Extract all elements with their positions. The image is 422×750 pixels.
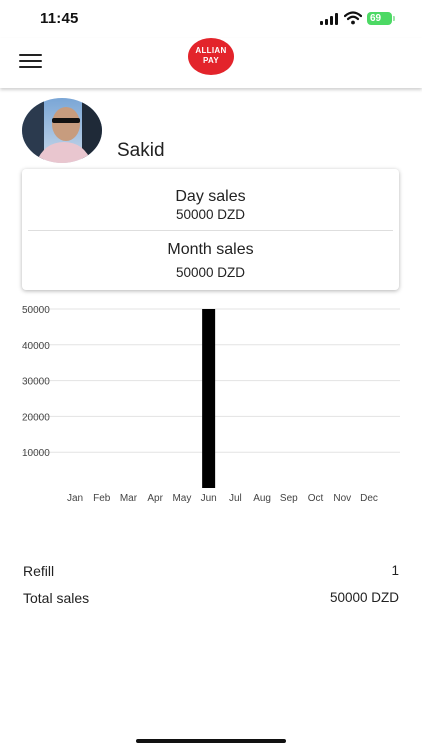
card-divider — [28, 230, 393, 231]
x-tick-label: Dec — [360, 493, 378, 504]
wifi-icon — [344, 11, 362, 25]
y-tick-label: 20000 — [22, 412, 50, 423]
y-tick-label: 10000 — [22, 448, 50, 459]
status-time: 11:45 — [40, 10, 79, 27]
y-tick-label: 50000 — [22, 305, 50, 316]
refill-value: 1 — [391, 563, 399, 578]
x-tick-label: Oct — [308, 493, 324, 504]
x-tick-label: Jan — [67, 493, 83, 504]
logo-text-line1: ALLIAN — [195, 46, 227, 55]
x-tick-label: Jul — [229, 493, 242, 504]
battery-level: 69 — [370, 13, 382, 24]
user-name: Sakid — [117, 140, 165, 161]
x-tick-label: Mar — [120, 493, 138, 504]
monthly-sales-chart: 10000 20000 30000 40000 50000 Jan Feb Mar Apr May… — [0, 298, 422, 513]
month-sales-value: 50000 DZD — [175, 265, 246, 280]
logo-text-line2: PAY — [202, 56, 220, 65]
x-tick-label: Apr — [147, 493, 163, 504]
day-sales-value: 50000 DZD — [175, 207, 246, 222]
menu-button[interactable] — [18, 52, 44, 72]
x-tick-label: Sep — [280, 493, 298, 504]
y-tick-label: 30000 — [22, 377, 50, 388]
x-tick-label: May — [172, 493, 191, 504]
x-tick-label: Aug — [253, 493, 271, 504]
y-tick-label: 40000 — [22, 341, 50, 352]
battery-icon: 69 — [367, 12, 392, 25]
month-sales-label: Month sales — [167, 241, 254, 258]
total-sales-label: Total sales — [23, 590, 90, 606]
day-sales-label: Day sales — [175, 188, 246, 205]
total-sales-value: 50000 DZD — [329, 590, 399, 605]
avatar[interactable] — [22, 98, 102, 163]
sales-card: Day sales 50000 DZD Month sales 50000 DZ… — [22, 169, 399, 290]
x-tick-label: Jun — [201, 493, 217, 504]
app-header: ALLIAN PAY — [0, 38, 422, 88]
refill-label: Refill — [23, 563, 55, 579]
x-tick-label: Nov — [333, 493, 351, 504]
x-tick-label: Feb — [93, 493, 111, 504]
bar-jun — [202, 309, 216, 488]
chart-svg: 10000 20000 30000 40000 50000 Jan Feb Mar Apr May… — [22, 305, 400, 504]
avatar-photo — [22, 98, 102, 163]
battery-cap — [393, 16, 395, 21]
cellular-signal-icon — [320, 13, 340, 25]
status-bar: 11:45 69 — [0, 0, 422, 38]
brand-logo: ALLIAN PAY — [188, 38, 234, 75]
home-indicator[interactable] — [136, 739, 286, 743]
